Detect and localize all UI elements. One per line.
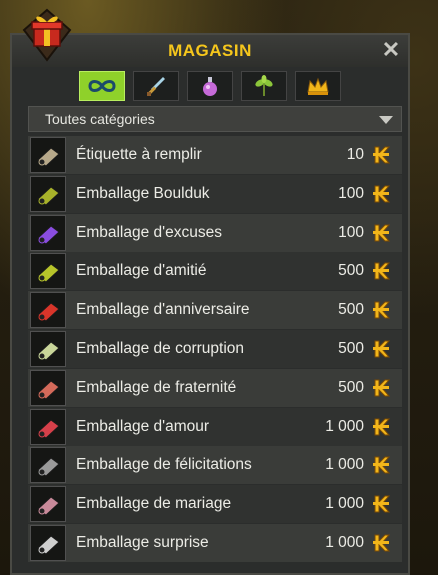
wrapping-icon xyxy=(37,147,60,167)
item-price: 1 000 xyxy=(325,533,364,551)
item-name: Emballage d'amitié xyxy=(76,262,207,280)
kama-currency-icon xyxy=(373,456,391,474)
item-name: Emballage de mariage xyxy=(76,495,232,513)
kama-currency-icon xyxy=(373,185,391,203)
item-icon-slot xyxy=(30,408,66,445)
wrapping-icon xyxy=(37,302,60,322)
item-name: Emballage de corruption xyxy=(76,339,245,357)
item-price: 500 xyxy=(338,339,364,357)
item-price: 1 000 xyxy=(325,495,364,513)
list-item[interactable]: Emballage surprise 1 000 xyxy=(28,523,402,562)
sword-icon xyxy=(147,77,165,96)
list-item[interactable]: Emballage de fraternité 500 xyxy=(28,368,402,407)
kama-currency-icon xyxy=(373,224,391,242)
item-price: 500 xyxy=(338,378,364,396)
tab-resources[interactable] xyxy=(241,71,287,101)
wrapping-icon xyxy=(37,496,60,516)
item-price: 1 000 xyxy=(325,456,364,474)
wrapping-icon xyxy=(37,186,60,206)
plant-icon xyxy=(255,75,273,96)
item-name: Emballage d'excuses xyxy=(76,223,222,241)
item-price: 100 xyxy=(338,184,364,202)
item-icon-slot xyxy=(30,214,66,251)
list-item[interactable]: Emballage Boulduk 100 xyxy=(28,174,402,213)
kama-currency-icon xyxy=(373,379,391,397)
wrapping-icon xyxy=(37,224,60,245)
shop-gift-icon xyxy=(22,8,72,62)
list-item[interactable]: Étiquette à remplir 10 xyxy=(28,136,402,174)
item-price: 10 xyxy=(346,146,364,163)
item-icon-slot xyxy=(30,447,66,484)
item-icon-slot xyxy=(30,175,66,212)
wrapping-icon xyxy=(37,380,60,400)
item-icon-slot xyxy=(30,330,66,367)
item-name: Étiquette à remplir xyxy=(76,146,202,163)
infinity-icon xyxy=(88,80,116,92)
tab-consumables[interactable] xyxy=(187,71,233,101)
item-icon-slot xyxy=(30,486,66,523)
item-name: Emballage d'anniversaire xyxy=(76,301,250,319)
kama-currency-icon xyxy=(373,495,391,513)
item-price: 1 000 xyxy=(325,417,364,435)
item-name: Emballage de félicitations xyxy=(76,456,252,474)
item-icon-slot xyxy=(30,137,66,173)
item-name: Emballage d'amour xyxy=(76,417,210,435)
list-item[interactable]: Emballage d'amour 1 000 xyxy=(28,407,402,446)
kama-currency-icon xyxy=(373,534,391,552)
wrapping-icon xyxy=(37,341,60,361)
kama-currency-icon xyxy=(373,340,391,358)
wrapping-icon xyxy=(37,418,60,439)
tab-infinity[interactable] xyxy=(79,71,125,101)
kama-currency-icon xyxy=(373,301,391,319)
tab-premium[interactable] xyxy=(295,71,341,101)
list-item[interactable]: Emballage de mariage 1 000 xyxy=(28,485,402,524)
item-icon-slot xyxy=(30,369,66,406)
close-button[interactable]: ✕ xyxy=(380,39,402,61)
crown-icon xyxy=(307,77,329,95)
kama-currency-icon xyxy=(373,146,391,164)
tab-weapons[interactable] xyxy=(133,71,179,101)
category-dropdown[interactable]: Toutes catégories xyxy=(28,106,402,132)
item-price: 500 xyxy=(338,262,364,280)
chevron-down-icon xyxy=(379,116,393,124)
item-price: 100 xyxy=(338,223,364,241)
list-item[interactable]: Emballage d'amitié 500 xyxy=(28,252,402,291)
shop-window: MAGASIN ✕ Toutes catégories Étiquette à … xyxy=(10,33,410,575)
list-item[interactable]: Emballage d'anniversaire 500 xyxy=(28,291,402,330)
potion-icon xyxy=(203,77,217,96)
category-dropdown-value: Toutes catégories xyxy=(45,111,155,127)
wrapping-icon xyxy=(37,535,60,555)
list-item[interactable]: Emballage d'excuses 100 xyxy=(28,213,402,252)
kama-currency-icon xyxy=(373,262,391,280)
wrapping-icon xyxy=(37,457,60,478)
item-icon-slot xyxy=(30,524,66,561)
wrapping-icon xyxy=(37,263,60,284)
category-tabs xyxy=(12,71,408,107)
item-name: Emballage de fraternité xyxy=(76,378,237,396)
item-name: Emballage surprise xyxy=(76,533,209,551)
item-name: Emballage Boulduk xyxy=(76,184,210,202)
item-icon-slot xyxy=(30,292,66,329)
kama-currency-icon xyxy=(373,418,391,436)
item-list: Étiquette à remplir 10 Emballage Boulduk 10… xyxy=(28,136,402,563)
list-item[interactable]: Emballage de corruption 500 xyxy=(28,329,402,368)
item-price: 500 xyxy=(338,301,364,319)
item-icon-slot xyxy=(30,253,66,290)
list-item[interactable]: Emballage de félicitations 1 000 xyxy=(28,446,402,485)
